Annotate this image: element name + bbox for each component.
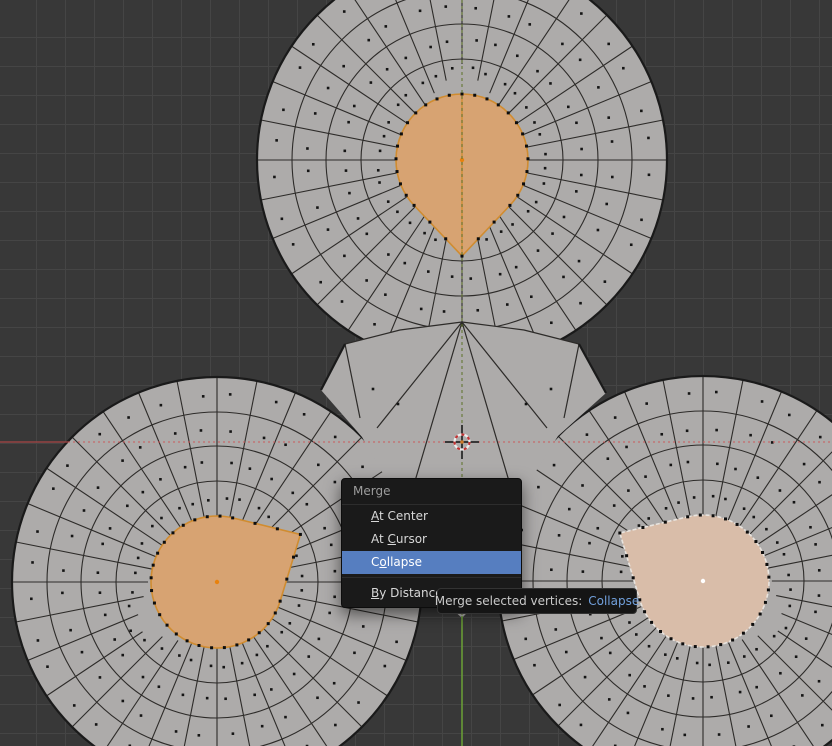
- tooltip-merge: Merge selected vertices: Collapse: [437, 588, 637, 614]
- menu-separator: [342, 577, 521, 578]
- viewport-canvas: [0, 0, 832, 746]
- menu-item-collapse[interactable]: Collapse: [342, 551, 521, 574]
- tooltip-value: Collapse: [588, 594, 639, 608]
- merge-menu-title: Merge: [342, 479, 521, 505]
- menu-item-at-cursor[interactable]: At Cursor: [342, 528, 521, 551]
- tooltip-label: Merge selected vertices:: [435, 594, 582, 608]
- menu-item-at-center[interactable]: At Center: [342, 505, 521, 528]
- viewport-3d[interactable]: Merge At CenterAt CursorCollapseBy Dista…: [0, 0, 832, 746]
